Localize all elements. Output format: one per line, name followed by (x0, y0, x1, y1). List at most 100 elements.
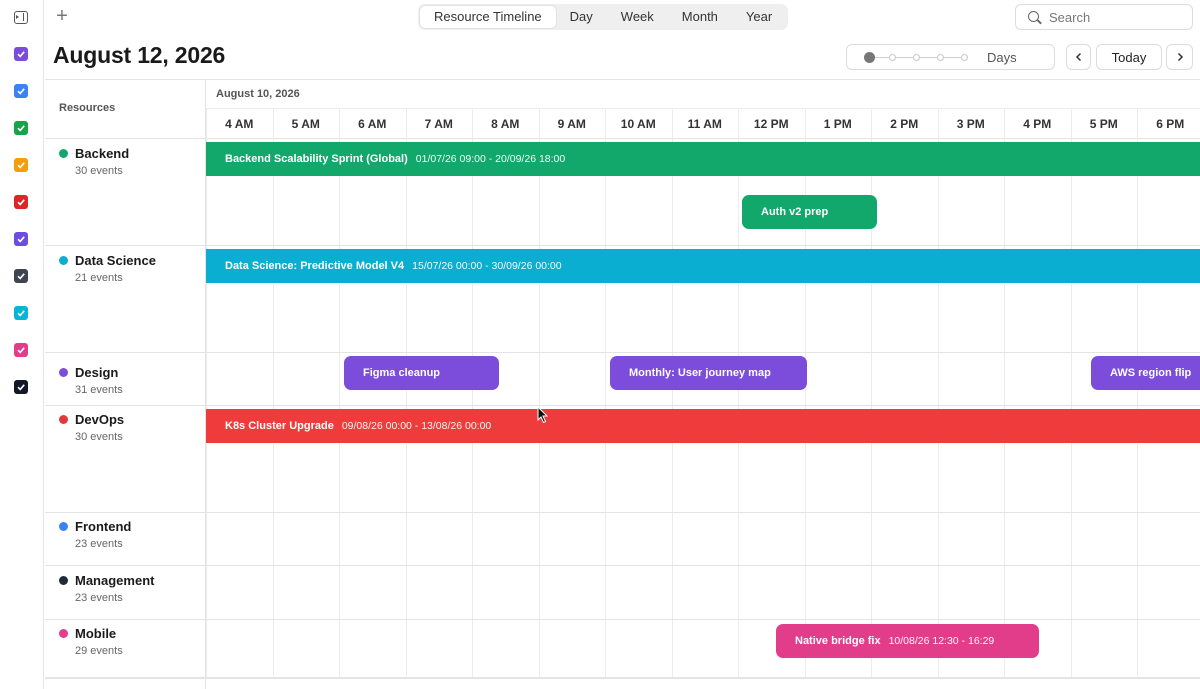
resource-color-dot (59, 629, 68, 638)
resource-row: Management 23 events (45, 566, 1200, 620)
resource-event-count: 21 events (75, 272, 123, 284)
event-title: AWS region flip (1110, 367, 1192, 379)
calendar-checkbox[interactable] (14, 232, 28, 246)
event-time-range: 09/08/26 00:00 - 13/08/26 00:00 (341, 420, 492, 432)
calendar-checkbox[interactable] (14, 343, 28, 357)
date-label: August 10, 2026 (216, 88, 300, 100)
zoom-step[interactable] (937, 54, 944, 61)
checkmark-icon (17, 125, 25, 132)
tab-year[interactable]: Year (732, 6, 786, 28)
resource-name[interactable]: Frontend (75, 519, 131, 534)
resource-name[interactable]: Backend (75, 146, 129, 161)
timeline-event[interactable]: Figma cleanup (344, 356, 499, 390)
hour-label: 7 AM (424, 117, 453, 131)
hour-label: 6 AM (358, 117, 387, 131)
resource-row: Frontend 23 events (45, 513, 1200, 566)
event-time-range: 15/07/26 00:00 - 30/09/26 00:00 (412, 260, 562, 272)
timeline-event[interactable]: Auth v2 prep (742, 195, 877, 229)
event-title: Backend Scalability Sprint (Global) (225, 153, 408, 165)
timeline-event[interactable]: Native bridge fix 10/08/26 12:30 - 16:29 (776, 624, 1039, 658)
zoom-label: Days (987, 50, 1017, 65)
search-input[interactable] (1049, 5, 1189, 29)
hour-label: 6 PM (1156, 117, 1185, 131)
page-title: August 12, 2026 (53, 42, 226, 68)
resource-event-count: 30 events (75, 431, 123, 443)
event-title: Data Science: Predictive Model V4 (225, 260, 405, 272)
checkmark-icon (17, 51, 25, 58)
hour-label: 8 AM (491, 117, 520, 131)
resource-color-dot (59, 576, 68, 585)
hour-header: 4 AM 5 AM 6 AM 7 AM 8 AM 9 AM 10 AM 11 AM 12 PM 1… (206, 109, 1200, 139)
checkmark-icon (17, 162, 25, 169)
resource-event-count: 29 events (75, 645, 123, 657)
resource-event-count: 23 events (75, 592, 123, 604)
mouse-cursor-icon (537, 406, 549, 424)
calendar-checkbox[interactable] (14, 306, 28, 320)
timeline-event[interactable]: K8s Cluster Upgrade 09/08/26 00:00 - 13/0… (206, 409, 1200, 443)
chevron-left-icon (1075, 52, 1081, 62)
timeline-event[interactable]: AWS region flip (1091, 356, 1200, 390)
resource-name[interactable]: Data Science (75, 253, 156, 268)
event-time-range: 01/07/26 09:00 - 20/09/26 18:00 (415, 153, 566, 165)
checkmark-icon (17, 273, 25, 280)
date-header: August 10, 2026 (206, 80, 1200, 109)
calendar-checkbox[interactable] (14, 84, 28, 98)
zoom-slider[interactable]: Days (846, 44, 1055, 70)
tab-week[interactable]: Week (607, 6, 668, 28)
calendar-checkbox[interactable] (14, 158, 28, 172)
sidebar-toggle-icon[interactable] (14, 11, 28, 24)
zoom-step[interactable] (961, 54, 968, 61)
timeline-event[interactable]: Backend Scalability Sprint (Global) 01/07… (206, 142, 1200, 176)
calendar-checkbox[interactable] (14, 121, 28, 135)
hour-label: 1 PM (823, 117, 852, 131)
resource-name[interactable]: Mobile (75, 626, 116, 641)
view-tabs: Resource Timeline Day Week Month Year (418, 4, 789, 30)
calendar-checkbox[interactable] (14, 195, 28, 209)
calendar-checkbox[interactable] (14, 47, 28, 61)
hour-label: 3 PM (956, 117, 985, 131)
checkmark-icon (17, 88, 25, 95)
event-title: Auth v2 prep (761, 206, 829, 218)
event-title: Figma cleanup (363, 367, 441, 379)
hour-label: 12 PM (753, 117, 789, 131)
hour-label: 11 AM (687, 117, 722, 131)
resource-name[interactable]: DevOps (75, 412, 124, 427)
hour-label: 5 AM (291, 117, 320, 131)
checkmark-icon (17, 347, 25, 354)
checkmark-icon (17, 236, 25, 243)
zoom-handle[interactable] (864, 52, 875, 63)
search-box[interactable] (1015, 4, 1193, 30)
previous-button[interactable] (1066, 44, 1091, 70)
resource-name[interactable]: Design (75, 365, 118, 380)
calendar-rail (0, 0, 44, 689)
search-icon (1028, 11, 1039, 22)
resource-event-count: 23 events (75, 538, 123, 550)
tab-resource-timeline[interactable]: Resource Timeline (420, 6, 556, 28)
resource-name[interactable]: Management (75, 573, 154, 588)
calendar-checkbox[interactable] (14, 380, 28, 394)
chevron-right-icon (1177, 52, 1183, 62)
calendar-checkbox[interactable] (14, 269, 28, 283)
timeline-event[interactable]: Monthly: User journey map (610, 356, 807, 390)
zoom-step[interactable] (913, 54, 920, 61)
checkmark-icon (17, 199, 25, 206)
zoom-step[interactable] (889, 54, 896, 61)
today-button[interactable]: Today (1096, 44, 1162, 70)
hour-label: 10 AM (620, 117, 656, 131)
next-button[interactable] (1166, 44, 1193, 70)
tab-month[interactable]: Month (668, 6, 732, 28)
hour-label: 2 PM (890, 117, 919, 131)
tab-day[interactable]: Day (556, 6, 607, 28)
resource-color-dot (59, 522, 68, 531)
timeline-event[interactable]: Data Science: Predictive Model V4 15/07/2… (206, 249, 1200, 283)
resource-color-dot (59, 415, 68, 424)
hour-label: 4 AM (225, 117, 254, 131)
grid-bottom-border (45, 677, 1200, 678)
hour-label: 9 AM (557, 117, 586, 131)
add-event-button[interactable]: + (54, 6, 70, 26)
resource-event-count: 30 events (75, 165, 123, 177)
resource-event-count: 31 events (75, 384, 123, 396)
resource-color-dot (59, 368, 68, 377)
event-title: K8s Cluster Upgrade (225, 420, 334, 432)
resource-timeline: Resources August 10, 2026 4 AM 5 AM 6 AM 7 … (45, 79, 1200, 689)
